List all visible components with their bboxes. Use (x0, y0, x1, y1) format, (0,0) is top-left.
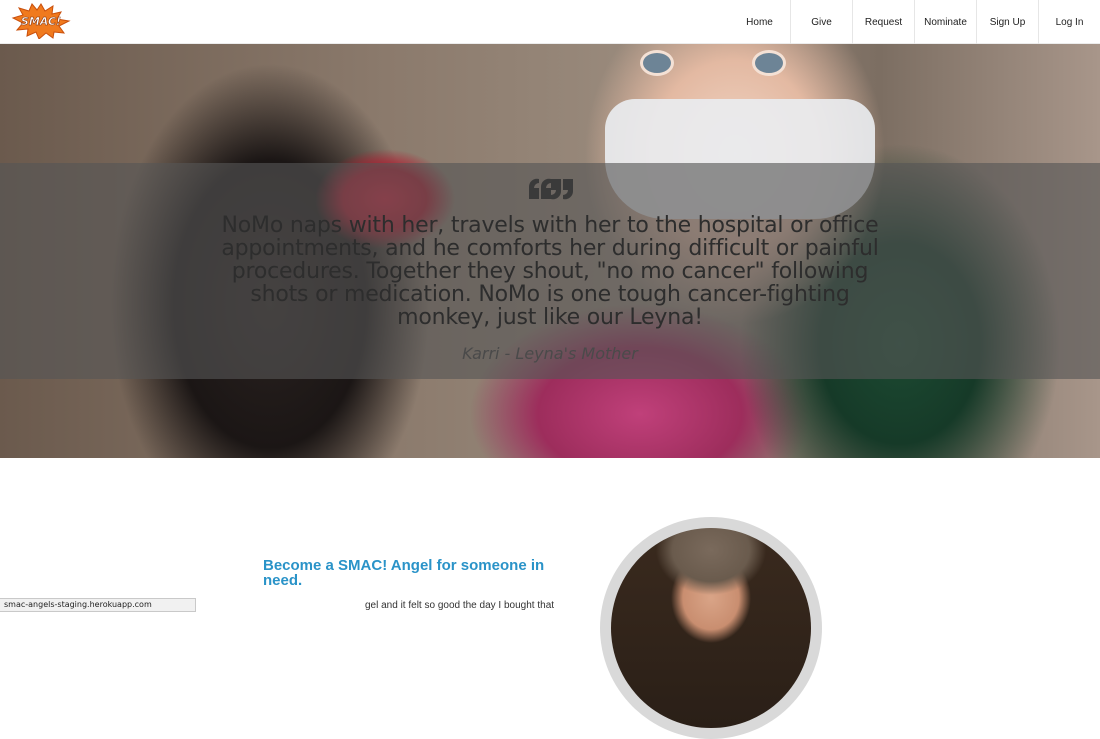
top-navbar: SMAC! Home Give Request Nominate Sign Up… (0, 0, 1100, 44)
browser-status-url: smac-angels-staging.herokuapp.com (0, 598, 196, 612)
hero-photo-detail (752, 50, 786, 76)
smac-logo[interactable]: SMAC! (11, 3, 71, 39)
quote-icon (528, 178, 574, 200)
main-nav: Home Give Request Nominate Sign Up Log I… (729, 0, 1100, 44)
logo-text: SMAC! (21, 15, 61, 28)
hero-banner: NoMo naps with her, travels with her to … (0, 44, 1100, 458)
angel-photo (611, 528, 811, 728)
cta-body-text: gel and it felt so good the day I bought… (365, 600, 555, 611)
nav-give[interactable]: Give (790, 0, 852, 44)
nav-log-in[interactable]: Log In (1038, 0, 1100, 44)
nav-sign-up[interactable]: Sign Up (976, 0, 1038, 44)
testimonial-author: Karri - Leyna's Mother (462, 344, 638, 363)
nav-request[interactable]: Request (852, 0, 914, 44)
testimonial-quote: NoMo naps with her, travels with her to … (221, 213, 879, 330)
hero-photo-detail (640, 50, 674, 76)
nav-home[interactable]: Home (729, 0, 790, 44)
nav-nominate[interactable]: Nominate (914, 0, 976, 44)
cta-heading: Become a SMAC! Angel for someone in need… (263, 557, 545, 589)
